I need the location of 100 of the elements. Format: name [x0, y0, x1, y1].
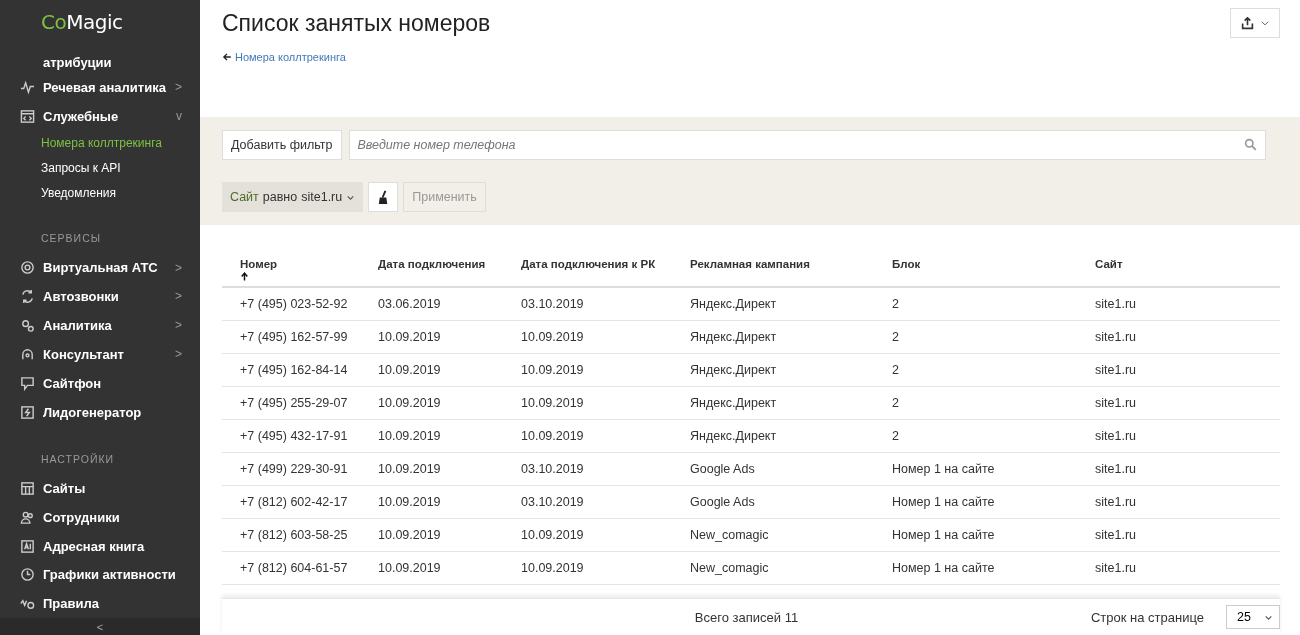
- table-cell: 2: [874, 386, 1077, 420]
- table-cell: Google Ads: [672, 485, 874, 519]
- record-count: Всего записей 11: [694, 609, 799, 625]
- logo[interactable]: CoMagic: [0, 0, 200, 40]
- sidebar-item[interactable]: Правила: [0, 589, 200, 619]
- table-cell: 10.09.2019: [360, 386, 503, 420]
- sidebar-item[interactable]: Адресная книга: [0, 531, 200, 561]
- sidebar-item[interactable]: Лидогенератор: [0, 397, 200, 427]
- filter-chip[interactable]: Сайт равно site1.ru: [222, 182, 364, 212]
- rows-per-page-label: Строк на странице: [1091, 609, 1204, 625]
- table-cell: 10.09.2019: [360, 419, 503, 453]
- table-cell: 10.09.2019: [360, 452, 503, 486]
- table-cell: Яндекс.Директ: [672, 287, 874, 321]
- sidebar-item[interactable]: Сайты: [0, 473, 200, 503]
- export-button[interactable]: [1230, 8, 1280, 38]
- table-cell: site1.ru: [1077, 485, 1280, 519]
- table-cell: 10.09.2019: [503, 320, 672, 354]
- table-cell: +7 (495) 255-29-07: [222, 386, 360, 420]
- table-cell: 10.09.2019: [360, 485, 503, 519]
- table-cell: 10.09.2019: [360, 518, 503, 552]
- chevron-icon: >: [175, 318, 182, 333]
- lightning-box-icon: [20, 404, 35, 420]
- table-cell: 2: [874, 287, 1077, 321]
- table-cell: New_comagic: [672, 551, 874, 585]
- sidebar-item[interactable]: Сотрудники: [0, 502, 200, 532]
- table-cell: +7 (499) 229-30-91: [222, 452, 360, 486]
- sidebar-item[interactable]: атрибуции: [0, 39, 200, 73]
- table-cell: Google Ads: [672, 452, 874, 486]
- table-cell: Номер 1 на сайте: [874, 551, 1077, 585]
- sidebar-item[interactable]: Консультант >: [0, 339, 200, 369]
- table-cell: Яндекс.Директ: [672, 386, 874, 420]
- table-cell: 03.10.2019: [503, 287, 672, 321]
- back-link[interactable]: Номера коллтрекинга: [235, 51, 346, 63]
- table-cell: Яндекс.Директ: [672, 419, 874, 453]
- sidebar-item[interactable]: Виртуальная АТС >: [0, 253, 200, 283]
- chevron-icon: v: [176, 109, 182, 124]
- export-icon: [1240, 16, 1254, 30]
- table-cell: 10.09.2019: [503, 419, 672, 453]
- sidebar-item[interactable]: Графики активности: [0, 560, 200, 590]
- table-cell: +7 (495) 162-57-99: [222, 320, 360, 354]
- clear-filters-button[interactable]: [368, 182, 399, 212]
- chevron-icon: >: [175, 80, 182, 95]
- table-cell: Яндекс.Директ: [672, 320, 874, 354]
- section-heading: СЕРВИСЫ: [40, 231, 103, 247]
- wave-icon: [20, 79, 35, 95]
- clock-icon: [20, 567, 35, 583]
- sidebar-item[interactable]: Сайтфон: [0, 368, 200, 398]
- sidebar-item[interactable]: Автозвонки >: [0, 282, 200, 311]
- table-cell: +7 (495) 023-52-92: [222, 287, 360, 321]
- table-cell: Номер 1 на сайте: [874, 518, 1077, 552]
- chevron-icon: >: [175, 260, 182, 275]
- address-book-icon: [20, 538, 35, 554]
- headset-icon: [20, 346, 35, 362]
- column-header[interactable]: Сайт: [1077, 250, 1280, 287]
- column-header[interactable]: Дата подключения: [360, 250, 503, 287]
- table-cell: Номер 1 на сайте: [874, 452, 1077, 486]
- table-cell: 2: [874, 353, 1077, 387]
- table-cell: +7 (812) 602-42-17: [222, 485, 360, 519]
- column-header[interactable]: Рекламная кампания: [672, 250, 874, 287]
- table-cell: site1.ru: [1077, 518, 1280, 552]
- sidebar-item[interactable]: Аналитика >: [0, 310, 200, 340]
- table-cell: site1.ru: [1077, 386, 1280, 420]
- column-header[interactable]: Номер: [222, 250, 360, 287]
- table-cell: site1.ru: [1077, 452, 1280, 486]
- table-cell: 10.09.2019: [503, 386, 672, 420]
- sidebar-subitem[interactable]: Запросы к API: [0, 155, 200, 181]
- table-cell: 03.10.2019: [503, 485, 672, 519]
- chevron-icon: >: [175, 289, 182, 304]
- table-cell: 2: [874, 419, 1077, 453]
- column-header[interactable]: Дата подключения к РК: [503, 250, 672, 287]
- back-arrow-icon: [222, 52, 232, 62]
- table-cell: Номер 1 на сайте: [874, 485, 1077, 519]
- table-cell: 10.09.2019: [360, 551, 503, 585]
- table-cell: site1.ru: [1077, 419, 1280, 453]
- table-cell: Яндекс.Директ: [672, 353, 874, 387]
- table-cell: 03.10.2019: [503, 452, 672, 486]
- column-header[interactable]: Блок: [874, 250, 1077, 287]
- table-cell: 10.09.2019: [503, 551, 672, 585]
- table-cell: site1.ru: [1077, 320, 1280, 354]
- sidebar-item[interactable]: Служебные v: [0, 101, 200, 131]
- table-cell: 10.09.2019: [503, 353, 672, 387]
- add-filter-button[interactable]: Добавить фильтр: [222, 130, 342, 160]
- table-cell: 03.06.2019: [360, 287, 503, 321]
- circle-icon: [20, 260, 35, 276]
- table-cell: 10.09.2019: [360, 353, 503, 387]
- table-cell: 2: [874, 320, 1077, 354]
- caret-icon: [1259, 18, 1270, 28]
- sidebar-subitem[interactable]: Уведомления: [0, 180, 200, 206]
- table-cell: +7 (495) 162-84-14: [222, 353, 360, 387]
- code-window-icon: [20, 108, 35, 124]
- sidebar-item[interactable]: Речевая аналитика >: [0, 73, 200, 102]
- table-cell: +7 (812) 604-61-57: [222, 551, 360, 585]
- sidebar-subitem[interactable]: Номера коллтрекинга: [0, 130, 200, 156]
- search-field[interactable]: Введите номер телефона: [348, 130, 1266, 160]
- collapse-button[interactable]: <: [0, 618, 200, 635]
- search-icon: [1244, 138, 1257, 151]
- rows-per-page-select[interactable]: 25: [1226, 605, 1280, 629]
- gears-icon: [20, 317, 35, 333]
- table-cell: +7 (495) 432-17-91: [222, 419, 360, 453]
- table-icon: [20, 480, 35, 496]
